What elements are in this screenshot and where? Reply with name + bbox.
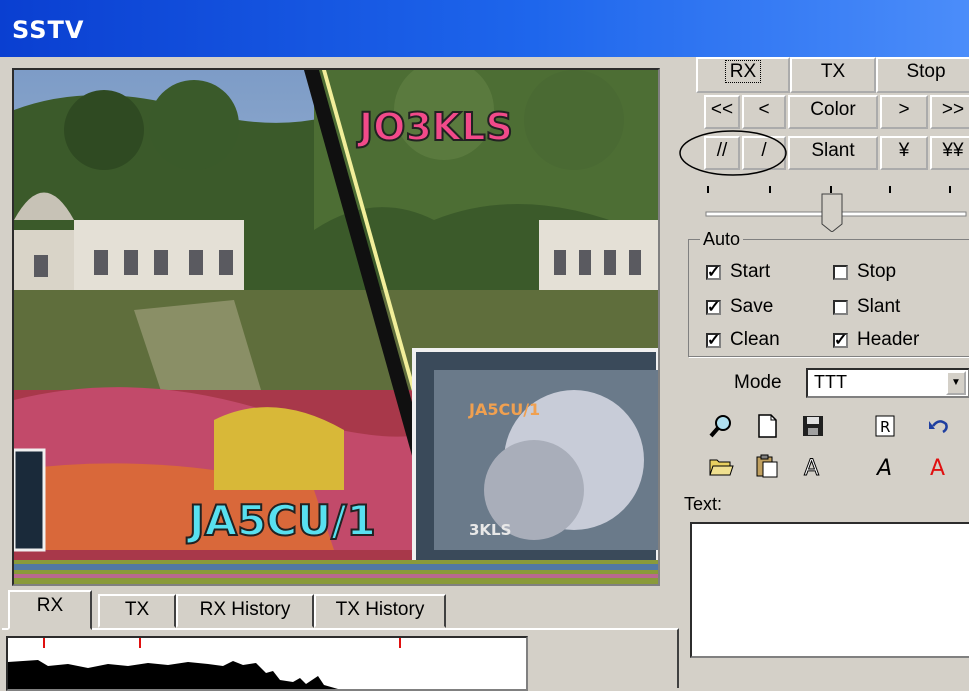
r-box-icon[interactable]: R bbox=[868, 410, 902, 442]
auto-stop-checkbox[interactable]: Stop bbox=[833, 261, 896, 283]
checkbox-label: Stop bbox=[857, 261, 897, 282]
text-input[interactable] bbox=[690, 522, 969, 658]
mode-value: TTT bbox=[814, 372, 847, 392]
callsign-bottom-text: JA5CU/1 bbox=[186, 496, 376, 545]
callsign-top-text: JO3KLS bbox=[356, 105, 513, 149]
outline-text-icon[interactable]: A bbox=[796, 450, 830, 482]
open-folder-icon[interactable] bbox=[704, 450, 738, 482]
trackbar[interactable] bbox=[700, 182, 969, 232]
window-title: SSTV bbox=[12, 16, 85, 44]
checkbox-label: Clean bbox=[730, 329, 780, 350]
checkbox-label: Save bbox=[730, 296, 774, 317]
paste-icon[interactable] bbox=[750, 450, 784, 482]
checkbox-box[interactable] bbox=[706, 297, 721, 317]
tab-rx[interactable]: RX bbox=[8, 590, 92, 630]
title-bar: SSTV bbox=[0, 0, 969, 57]
checkbox-label: Start bbox=[730, 261, 771, 282]
rx-button-label: RX bbox=[724, 60, 762, 83]
checkbox-box[interactable] bbox=[833, 330, 848, 350]
auto-group-title: Auto bbox=[700, 229, 744, 250]
text-label: Text: bbox=[684, 494, 723, 514]
auto-save-checkbox[interactable]: Save bbox=[706, 296, 773, 318]
received-image: JO3KLS JA5CU/1 JA5CU/1 3KLS bbox=[12, 68, 660, 586]
trackbar-thumb[interactable] bbox=[821, 193, 843, 232]
inset-callsign-text: JA5CU/1 bbox=[468, 400, 540, 419]
tx-button[interactable]: TX bbox=[790, 57, 876, 93]
checkbox-box[interactable] bbox=[833, 299, 848, 315]
tab-tx-history[interactable]: TX History bbox=[314, 594, 446, 628]
stop-button[interactable]: Stop bbox=[876, 57, 969, 93]
tab-rx-history[interactable]: RX History bbox=[176, 594, 314, 628]
save-icon[interactable] bbox=[796, 410, 830, 442]
double-yen-button[interactable]: ¥¥ bbox=[930, 136, 969, 170]
undo-icon[interactable] bbox=[922, 410, 956, 442]
svg-text:R: R bbox=[880, 418, 890, 436]
text-color-icon[interactable]: A bbox=[922, 450, 956, 482]
prev-fast-button[interactable]: << bbox=[704, 95, 740, 129]
auto-start-checkbox[interactable]: Start bbox=[706, 261, 770, 283]
slant-button[interactable]: Slant bbox=[788, 136, 878, 170]
auto-clean-checkbox[interactable]: Clean bbox=[706, 329, 780, 351]
checkbox-box[interactable] bbox=[833, 264, 848, 280]
auto-header-checkbox[interactable]: Header bbox=[833, 329, 919, 351]
new-file-icon[interactable] bbox=[750, 410, 784, 442]
mode-select[interactable]: TTT ▼ bbox=[806, 368, 969, 398]
rx-button[interactable]: RX bbox=[696, 57, 790, 93]
mode-label: Mode bbox=[734, 372, 782, 393]
italic-text-icon[interactable]: A bbox=[868, 450, 902, 482]
svg-text:A: A bbox=[875, 456, 892, 479]
annotation-ellipse bbox=[679, 130, 787, 176]
svg-text:A: A bbox=[930, 456, 945, 479]
spectrum-display bbox=[6, 636, 528, 691]
checkbox-label: Slant bbox=[857, 296, 901, 317]
chevron-down-icon[interactable]: ▼ bbox=[946, 371, 966, 395]
auto-slant-checkbox[interactable]: Slant bbox=[833, 296, 900, 318]
zoom-icon[interactable] bbox=[704, 410, 738, 442]
next-fast-button[interactable]: >> bbox=[930, 95, 969, 129]
tab-tx[interactable]: TX bbox=[98, 594, 176, 628]
inset-bottom-text: 3KLS bbox=[469, 521, 511, 539]
checkbox-label: Header bbox=[857, 329, 920, 350]
checkbox-box[interactable] bbox=[706, 330, 721, 350]
prev-button[interactable]: < bbox=[742, 95, 786, 129]
svg-text:A: A bbox=[804, 456, 819, 479]
next-button[interactable]: > bbox=[880, 95, 928, 129]
color-button[interactable]: Color bbox=[788, 95, 878, 129]
yen-button[interactable]: ¥ bbox=[880, 136, 928, 170]
checkbox-box[interactable] bbox=[706, 262, 721, 282]
